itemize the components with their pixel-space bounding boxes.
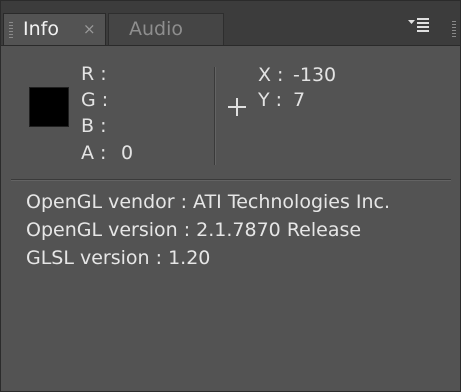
- panel-menu-icon[interactable]: [407, 15, 431, 35]
- opengl-version-text: OpenGL version : 2.1.7870 Release: [26, 219, 362, 241]
- panel-grip-handle[interactable]: [452, 21, 456, 37]
- tab-info-label: Info: [23, 18, 59, 40]
- color-swatch: [29, 87, 69, 127]
- info-panel: Info × Audio R : G : B : A : 0 X : -130 …: [0, 0, 461, 392]
- x-label: X :: [258, 64, 284, 86]
- opengl-vendor-text: OpenGL vendor : ATI Technologies Inc.: [26, 191, 391, 213]
- a-label: A :: [81, 142, 107, 164]
- crosshair-icon: [227, 97, 247, 117]
- b-label: B :: [81, 115, 107, 137]
- y-value: 7: [293, 89, 306, 111]
- y-label: Y :: [258, 89, 283, 111]
- tab-audio[interactable]: Audio: [108, 13, 224, 45]
- x-value: -130: [293, 64, 337, 86]
- section-divider: [11, 179, 451, 180]
- close-icon[interactable]: ×: [83, 14, 96, 44]
- panel-tab-bar: Info × Audio: [1, 1, 460, 46]
- readout-divider: [214, 67, 215, 165]
- tab-audio-label: Audio: [129, 18, 184, 40]
- tab-info[interactable]: Info ×: [3, 13, 106, 45]
- g-label: G :: [81, 89, 109, 111]
- glsl-version-text: GLSL version : 1.20: [26, 247, 211, 269]
- r-label: R :: [81, 63, 107, 85]
- a-value: 0: [121, 142, 134, 164]
- tab-grip-handle[interactable]: [9, 22, 13, 38]
